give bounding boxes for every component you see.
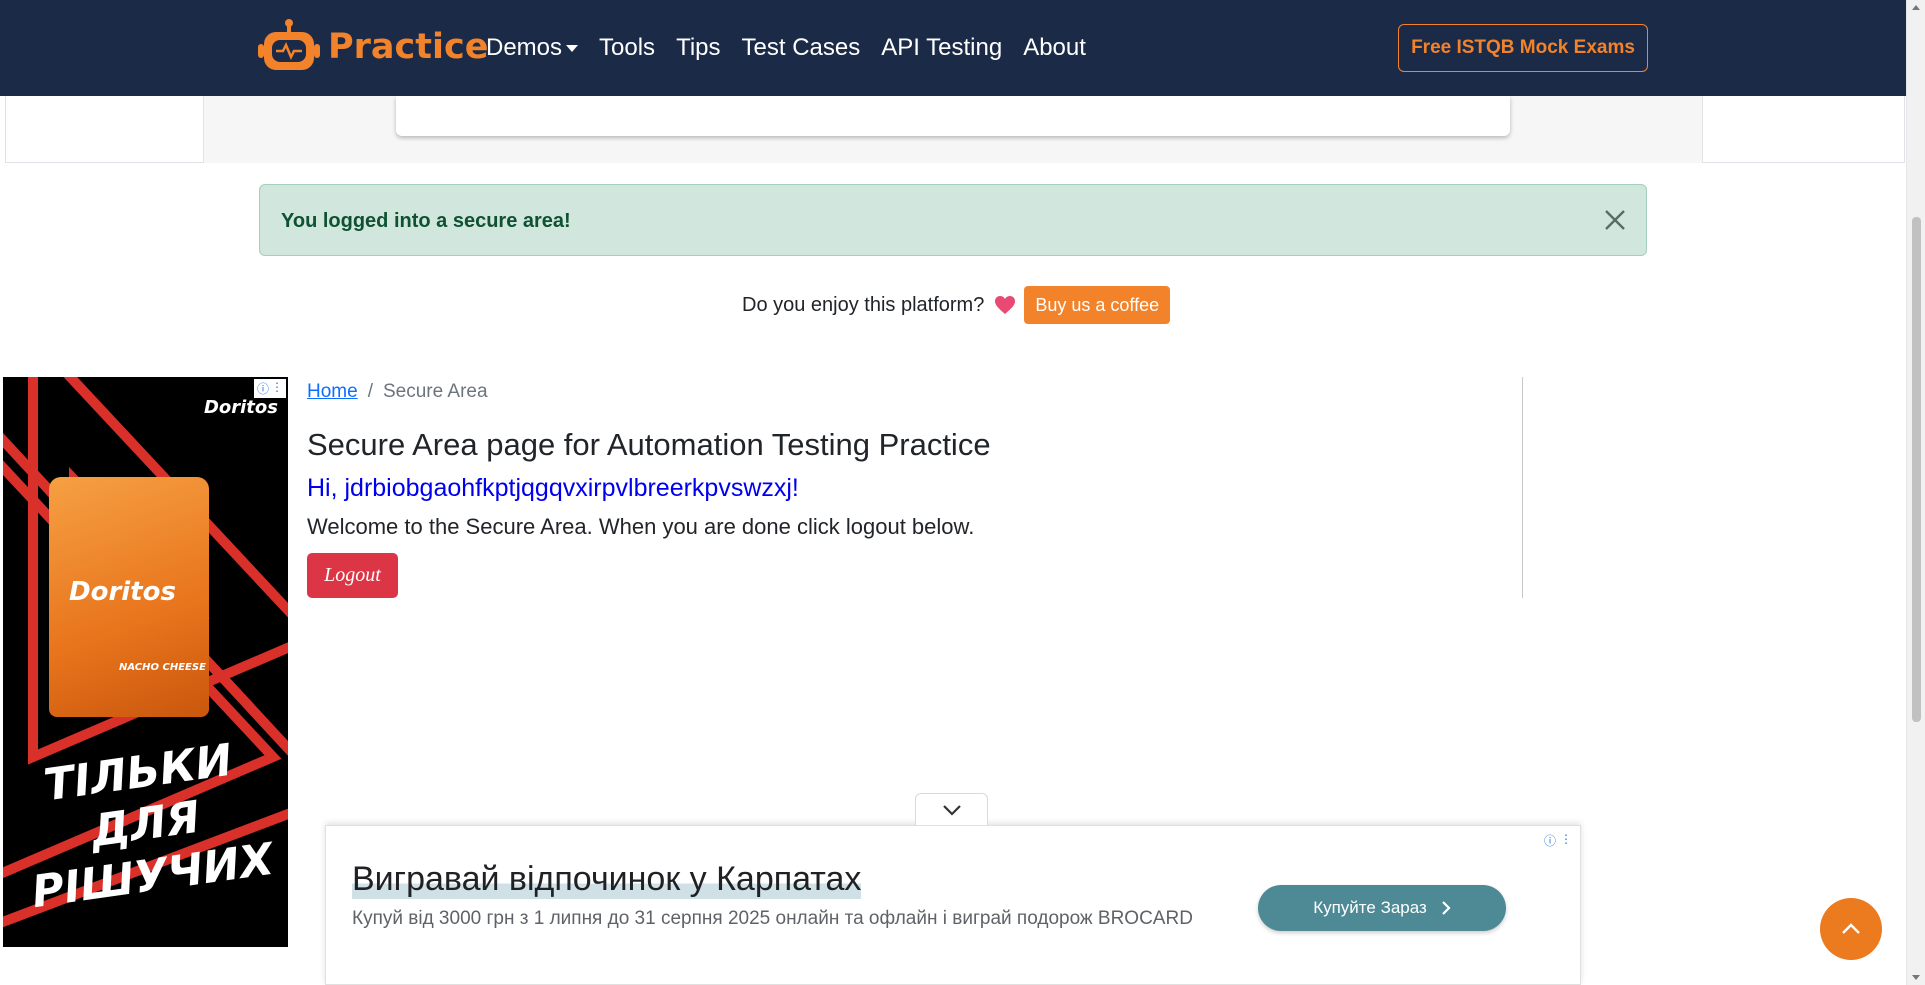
brand-name: Practice	[328, 27, 489, 67]
chevron-down-icon	[942, 804, 961, 816]
doritos-bag: Doritos NACHO CHEESE	[49, 477, 209, 717]
success-alert: You logged into a secure area!	[259, 184, 1647, 256]
top-navbar: Practice Demos Tools Tips Test Cases API…	[0, 0, 1906, 96]
info-icon[interactable]: ⓘ	[1544, 832, 1556, 849]
heart-icon	[995, 296, 1016, 314]
brand[interactable]: Practice	[258, 18, 489, 76]
nav-link-about[interactable]: About	[1023, 34, 1086, 62]
page-scrollbar[interactable]	[1906, 0, 1925, 985]
bottom-ad-title[interactable]: Вигравай відпочинок у Карпатах	[352, 860, 862, 899]
coffee-row: Do you enjoy this platform? Buy us a cof…	[742, 286, 1171, 324]
nav-link-test-cases[interactable]: Test Cases	[742, 34, 861, 62]
bag-brand: Doritos	[69, 577, 176, 607]
breadcrumb-home-link[interactable]: Home	[307, 381, 358, 403]
close-icon[interactable]	[1602, 207, 1628, 233]
chevron-right-icon	[1442, 901, 1451, 915]
info-icon[interactable]: ⓘ	[257, 380, 269, 397]
top-card-remnant	[396, 96, 1510, 136]
bottom-banner-ad[interactable]: ⓘ ⋮ Вигравай відпочинок у Карпатах Купуй…	[325, 825, 1581, 985]
bottom-ad-cta-button[interactable]: Купуйте Зараз	[1258, 885, 1506, 931]
nav-link-demos-label: Demos	[486, 34, 563, 61]
alert-message: You logged into a secure area!	[281, 210, 571, 232]
nav-link-tips[interactable]: Tips	[676, 34, 720, 62]
welcome-message: Welcome to the Secure Area. When you are…	[307, 514, 975, 539]
buy-coffee-button[interactable]: Buy us a coffee	[1024, 286, 1171, 324]
nav-links: Demos Tools Tips Test Cases API Testing …	[486, 34, 1086, 62]
nav-link-api-testing[interactable]: API Testing	[881, 34, 1002, 62]
scroll-down-arrow-icon[interactable]	[1912, 975, 1920, 980]
scroll-to-top-button[interactable]	[1820, 898, 1882, 960]
scroll-up-arrow-icon[interactable]	[1912, 5, 1920, 10]
doritos-logo: Doritos	[203, 397, 278, 418]
logout-button[interactable]: Logout	[307, 553, 398, 598]
kebab-icon[interactable]: ⋮	[1560, 832, 1572, 849]
chevron-up-icon	[1842, 923, 1860, 934]
bottom-ad-description: Купуй від 3000 грн з 1 липня до 31 серпн…	[352, 908, 1193, 929]
kebab-icon[interactable]: ⋮	[271, 380, 283, 397]
bottom-ad-cta-label: Купуйте Зараз	[1313, 898, 1427, 917]
breadcrumb: Home / Secure Area	[307, 381, 488, 403]
scroll-thumb[interactable]	[1912, 217, 1921, 722]
coffee-prompt: Do you enjoy this platform?	[742, 293, 985, 316]
doritos-ad[interactable]: ⓘ ⋮ Doritos Doritos NACHO CHEESE ТІЛЬКИ …	[3, 377, 288, 947]
ad-collapse-tab[interactable]	[915, 793, 988, 825]
istqb-mock-exams-button[interactable]: Free ISTQB Mock Exams	[1398, 24, 1648, 72]
page-title: Secure Area page for Automation Testing …	[307, 427, 991, 462]
robot-icon	[258, 19, 320, 70]
bag-flavor: NACHO CHEESE	[119, 662, 206, 673]
ad-badges: ⓘ ⋮	[253, 379, 286, 398]
bottom-ad-badges: ⓘ ⋮	[1544, 832, 1572, 849]
breadcrumb-current: Secure Area	[382, 381, 488, 402]
nav-link-demos[interactable]: Demos	[486, 34, 579, 62]
content-divider	[1522, 377, 1523, 598]
caret-down-icon	[566, 44, 579, 52]
user-greeting: Hi, jdrbiobgaohfkptjqgqvxirpvlbreerkpvsw…	[307, 474, 799, 502]
nav-link-tools[interactable]: Tools	[599, 34, 655, 62]
breadcrumb-separator: /	[367, 381, 373, 402]
